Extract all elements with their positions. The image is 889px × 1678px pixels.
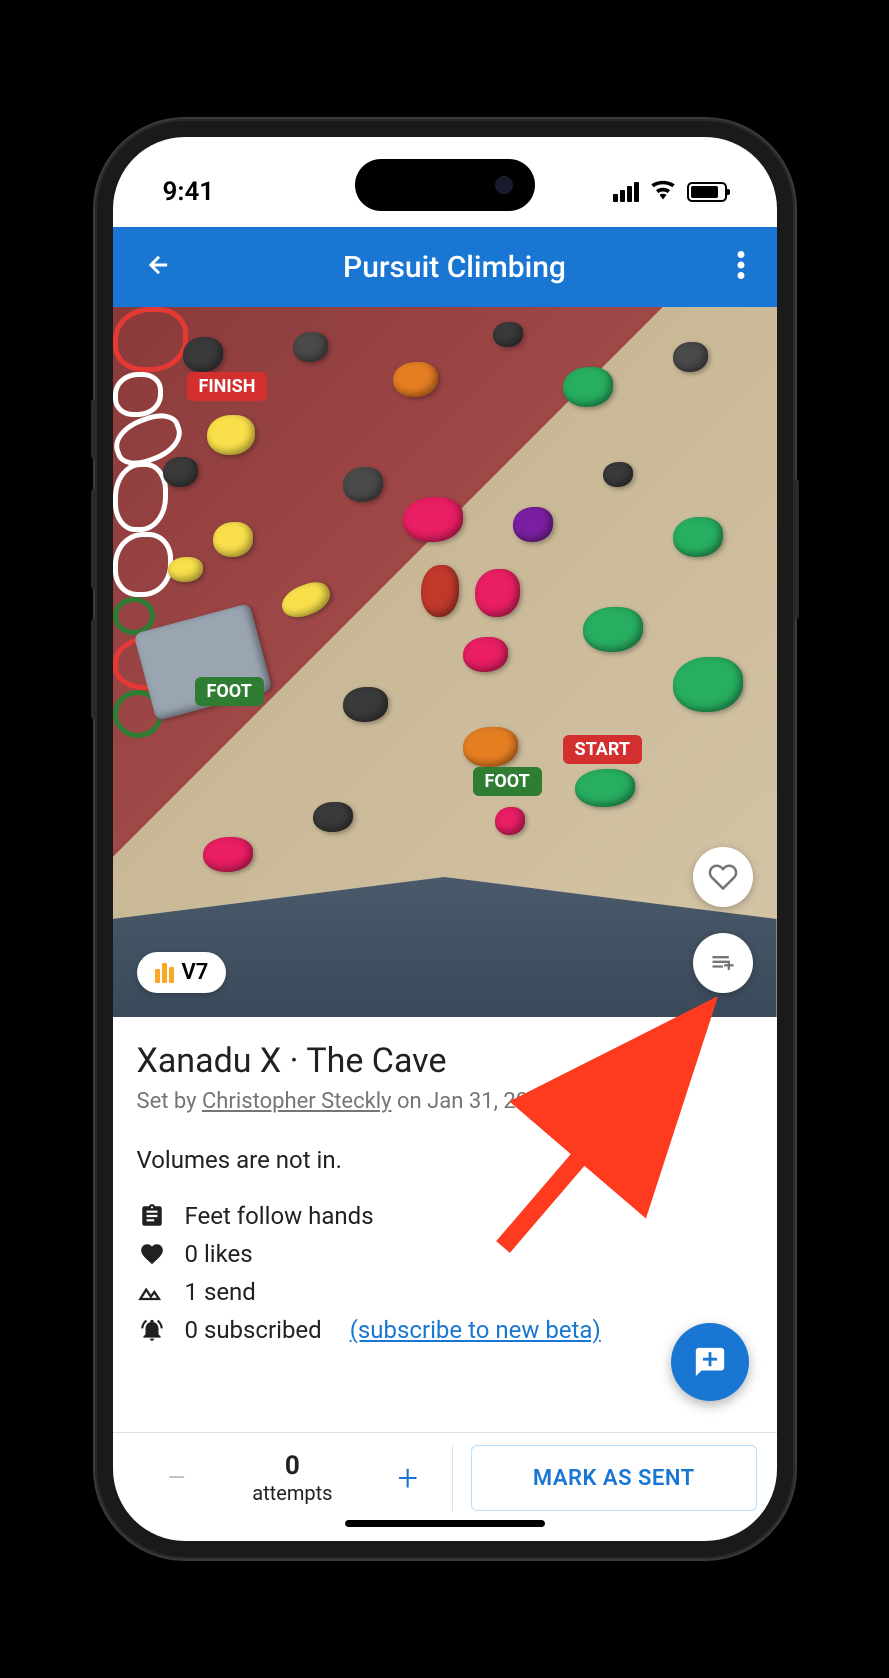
- heart-icon: [137, 1241, 167, 1267]
- grade-chip[interactable]: V7: [137, 952, 227, 993]
- stat-row: 0 likes: [137, 1240, 753, 1268]
- comment-add-icon: [693, 1345, 727, 1379]
- app-bar: Pursuit Climbing: [113, 227, 777, 307]
- finish-tag: FINISH: [187, 372, 268, 401]
- route-description: Volumes are not in.: [137, 1146, 753, 1174]
- route-setter-info: Set by Christopher Steckly on Jan 31, 20…: [137, 1089, 753, 1114]
- likes-count: 0 likes: [185, 1240, 253, 1268]
- foot-tag: FOOT: [195, 677, 264, 706]
- phone-frame: 9:41 Pursuit Climbing: [95, 119, 795, 1559]
- heart-icon: [708, 862, 738, 892]
- add-comment-button[interactable]: [671, 1323, 749, 1401]
- bell-icon: [137, 1317, 167, 1343]
- wifi-icon: [649, 177, 677, 207]
- battery-icon: [687, 182, 727, 202]
- subscribe-link[interactable]: (subscribe to new beta): [350, 1316, 601, 1344]
- start-tag: START: [563, 735, 643, 764]
- attempts-label: attempts: [252, 1481, 332, 1505]
- increment-attempts-button[interactable]: +: [382, 1457, 434, 1499]
- subscribed-count: 0 subscribed: [185, 1316, 322, 1344]
- mountain-icon: [137, 1282, 167, 1302]
- foot-tag: FOOT: [473, 767, 542, 796]
- attempts-count: 0: [252, 1451, 332, 1481]
- feet-rule: Feet follow hands: [185, 1202, 374, 1230]
- hand-hold-marker: [113, 372, 163, 417]
- setter-link[interactable]: Christopher Steckly: [202, 1089, 392, 1114]
- sends-count: 1 send: [185, 1278, 256, 1306]
- hand-hold-marker: [113, 532, 173, 597]
- favorite-button[interactable]: [693, 847, 753, 907]
- more-menu-button[interactable]: [729, 243, 753, 291]
- cellular-icon: [613, 182, 639, 202]
- mark-as-sent-button[interactable]: MARK AS SENT: [471, 1445, 757, 1511]
- stat-row: 1 send: [137, 1278, 753, 1306]
- stat-row: 0 subscribed (subscribe to new beta): [137, 1316, 753, 1344]
- finish-hold-marker: [113, 307, 188, 372]
- decrement-attempts-button[interactable]: −: [151, 1457, 204, 1499]
- app-title: Pursuit Climbing: [181, 250, 729, 285]
- route-title: Xanadu X · The Cave: [137, 1041, 753, 1081]
- chart-icon: [155, 963, 174, 983]
- home-indicator[interactable]: [345, 1520, 545, 1527]
- back-button[interactable]: [137, 243, 181, 291]
- attempts-stepper: − 0 attempts +: [133, 1445, 454, 1511]
- playlist-add-icon: [709, 949, 737, 977]
- route-photo[interactable]: FINISH FOOT START FOOT: [113, 307, 777, 1017]
- grade-value: V7: [182, 960, 209, 985]
- stat-row: Feet follow hands: [137, 1202, 753, 1230]
- stats-list: Feet follow hands 0 likes 1 send: [137, 1202, 753, 1344]
- dynamic-island: [355, 159, 535, 211]
- clipboard-icon: [137, 1203, 167, 1229]
- status-time: 9:41: [163, 177, 215, 207]
- add-to-list-button[interactable]: [693, 933, 753, 993]
- hand-hold-marker: [113, 462, 168, 532]
- screen: 9:41 Pursuit Climbing: [113, 137, 777, 1541]
